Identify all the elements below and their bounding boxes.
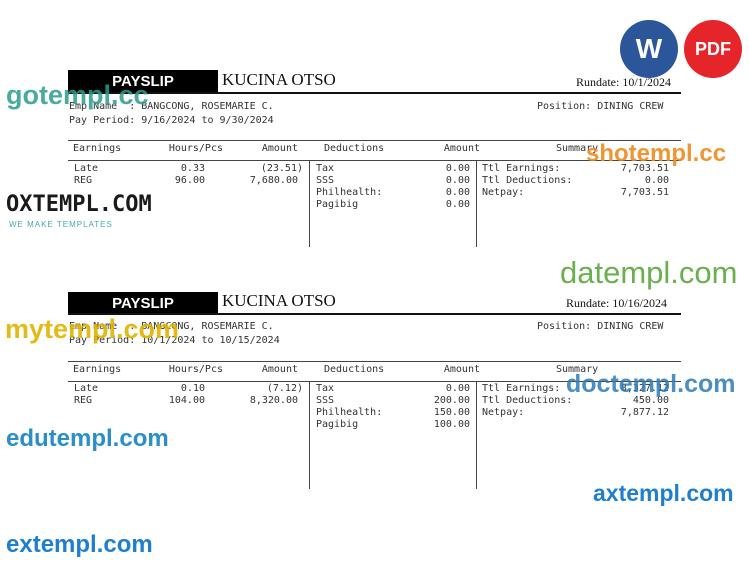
earning-hours: 0.33 [180, 163, 205, 174]
rundate: Rundate: 10/1/2024 [576, 75, 671, 89]
column-divider [476, 160, 477, 247]
earning-label: REG [74, 175, 93, 186]
watermark-oxtempl: OXTEMPL.COM [6, 192, 152, 217]
employee-position: Position: DINING CREW [537, 101, 664, 112]
watermark-edutempl: edutempl.com [6, 425, 169, 452]
summary-label: Netpay: [482, 187, 525, 198]
pay-period: Pay Period: 9/16/2024 to 9/30/2024 [69, 115, 274, 126]
deduction-amount: 150.00 [433, 407, 470, 418]
deduction-amount: 200.00 [433, 395, 470, 406]
col-ded-amount: Amount [443, 364, 480, 375]
watermark-datempl: datempl.com [560, 255, 738, 290]
earning-amount: (23.51) [260, 163, 303, 174]
deduction-label: Tax [316, 383, 335, 394]
earning-amount: (7.12) [266, 383, 303, 394]
rundate: Rundate: 10/16/2024 [566, 296, 667, 310]
pdf-icon[interactable]: PDF [684, 20, 742, 78]
company-name: KUCINA OTSO [222, 291, 336, 310]
deduction-label: SSS [316, 395, 335, 406]
summary-amount: 7,877.12 [620, 407, 669, 418]
deduction-label: Pagibig [316, 199, 359, 210]
column-divider [476, 381, 477, 489]
deduction-amount: 0.00 [445, 383, 470, 394]
watermark-shotempl: shotempl.cc [586, 140, 727, 167]
col-earnings: Earnings [73, 143, 122, 154]
deduction-amount: 0.00 [445, 163, 470, 174]
col-earnings: Earnings [73, 364, 122, 375]
earning-label: REG [74, 395, 93, 406]
table-top-rule [68, 361, 681, 362]
watermark-mytempl: mytempl.com [5, 314, 180, 344]
earning-hours: 0.10 [180, 383, 205, 394]
summary-label: Ttl Deductions: [482, 395, 573, 406]
col-amount: Amount [261, 143, 298, 154]
earning-amount: 7,680.00 [249, 175, 298, 186]
col-ded-amount: Amount [443, 143, 480, 154]
earning-label: Late [74, 383, 99, 394]
column-divider [309, 160, 310, 247]
payslip-badge: PAYSLIP [68, 292, 218, 315]
watermark-extempl: extempl.com [6, 531, 153, 558]
earning-label: Late [74, 163, 99, 174]
column-divider [309, 381, 310, 489]
summary-label: Ttl Earnings: [482, 383, 561, 394]
header-rule [68, 92, 681, 94]
summary-label: Ttl Earnings: [482, 163, 561, 174]
watermark-axtempl: axtempl.com [593, 480, 734, 506]
deduction-amount: 100.00 [433, 419, 470, 430]
watermark-gotempl: gotempl.cc [6, 80, 149, 110]
deduction-label: Philhealth: [316, 407, 383, 418]
deduction-label: SSS [316, 175, 335, 186]
deduction-label: Tax [316, 163, 335, 174]
deduction-label: Philhealth: [316, 187, 383, 198]
earning-hours: 104.00 [168, 395, 205, 406]
word-icon[interactable]: W [620, 20, 678, 78]
summary-amount: 7,703.51 [620, 187, 669, 198]
col-hours: Hours/Pcs [168, 364, 223, 375]
deduction-amount: 0.00 [445, 175, 470, 186]
deduction-label: Pagibig [316, 419, 359, 430]
watermark-doctempl: doctempl.com [566, 370, 736, 398]
col-hours: Hours/Pcs [168, 143, 223, 154]
summary-label: Netpay: [482, 407, 525, 418]
col-amount: Amount [261, 364, 298, 375]
earning-hours: 96.00 [174, 175, 205, 186]
summary-amount: 0.00 [644, 175, 669, 186]
company-name: KUCINA OTSO [222, 70, 336, 89]
summary-label: Ttl Deductions: [482, 175, 573, 186]
employee-position: Position: DINING CREW [537, 321, 664, 332]
deduction-amount: 0.00 [445, 199, 470, 210]
col-deductions: Deductions [324, 143, 385, 154]
watermark-oxtempl-tagline: WE MAKE TEMPLATES [9, 220, 113, 229]
deduction-amount: 0.00 [445, 187, 470, 198]
col-deductions: Deductions [324, 364, 385, 375]
earning-amount: 8,320.00 [249, 395, 298, 406]
